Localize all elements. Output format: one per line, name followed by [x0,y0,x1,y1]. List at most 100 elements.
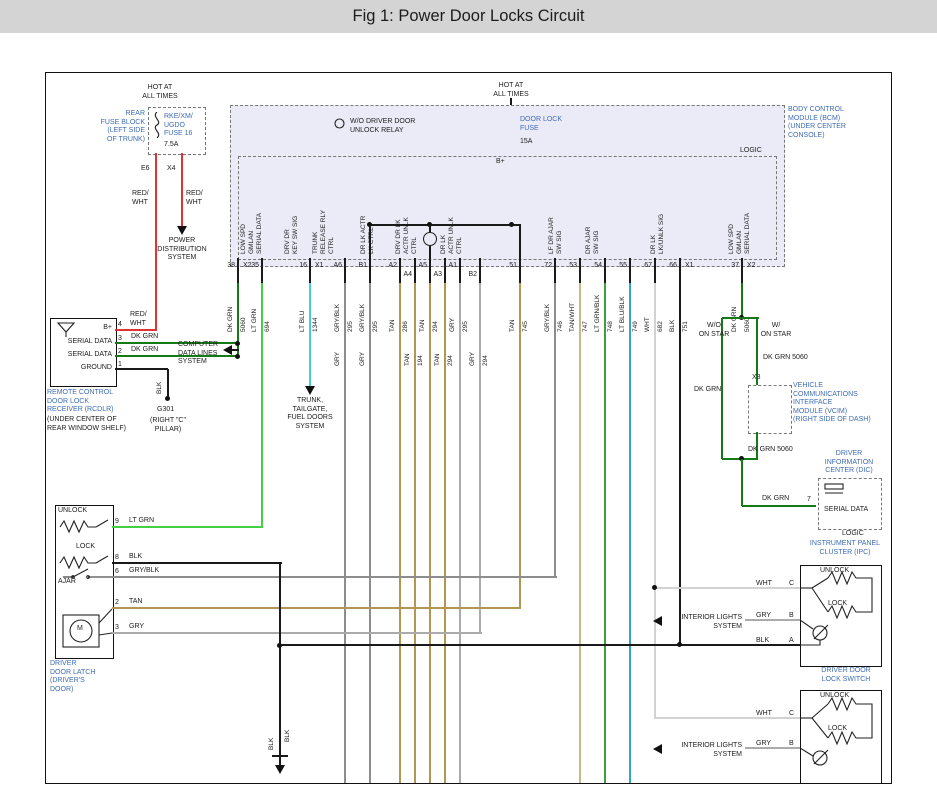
page-title: Fig 1: Power Door Locks Circuit [353,7,585,26]
wire-label-red-wht: RED/ WHT [186,190,203,207]
circuit-number-label: 5060 [744,318,752,332]
wire-gry-blk [369,283,371,783]
pin-number: 2 [115,599,119,608]
dic-name: DRIVER INFORMATION CENTER (DIC) [816,450,882,476]
serial-data-label: SERIAL DATA [824,506,868,515]
wire-lt-grn [261,283,263,528]
bcm-pin-stub [679,258,681,283]
fuse-name: RKE/XM/ UGDO FUSE 16 [164,113,193,139]
wire-color-label: BLK [669,320,677,332]
wire-gry [459,283,461,783]
connector-label: X1 [685,262,694,271]
wire-label: DK GRN [694,386,721,395]
wire-color-label: TAN [509,319,517,332]
pin-number: 35 [245,262,259,271]
bcm-pin-function: DRV DR LK ACTR UNLK CTRL [395,217,419,254]
pin-number: 51 [503,262,517,271]
bcm-pin-function: LOW SPD GMLAN SERIAL DATA [728,213,752,254]
wire-color-label: GRY/BLK [334,304,342,332]
wire-wht [654,283,656,719]
wire-color-label: GRY [334,352,342,366]
wire-label: DK GRN [762,495,789,504]
arrow-left-icon [653,744,662,754]
circuit-number-label: 746 [557,321,565,332]
bcm-pin-function: DR LK ACTR LK CTRL [360,216,376,254]
circuit-number-label: 751 [682,321,690,332]
pin-number: 55 [613,262,627,271]
arrow-down-icon [275,765,285,774]
wire-label: GRY/BLK [129,567,159,576]
pin-number: 16 [293,262,307,271]
latch-name: DRIVER DOOR LATCH (DRIVER'S DOOR) [50,660,95,694]
connector-label: X1 [315,262,324,271]
circuit-number-label: 1344 [312,318,320,332]
wire-label: DK GRN [131,346,158,355]
bcm-pin-function: DR LK LK/UNLK SIG [650,214,666,254]
bcm-pin-stub [369,258,371,283]
pin-number: 3 [115,624,119,633]
w-onstar-label: W/ ON STAR [756,322,796,339]
motor-label: M [77,625,83,634]
wire-blk [679,283,681,646]
rcdlr-location: (UNDER CENTER OF REAR WINDOW SHELF) [47,416,126,433]
wire-gry-blk [112,576,557,578]
circuit-number-label: 295 [462,321,470,332]
trunk-system-label: TRUNK, TAILGATE, FUEL DOORS SYSTEM [282,397,338,431]
wire-wht [656,717,800,719]
relay-option-icon [334,118,345,129]
pin-number: 66 [663,262,677,271]
pin-number: A3 [428,271,442,280]
bcm-pin-function: DR LK ACTR UNLK CTRL [440,217,464,254]
arrow-left-icon [653,616,662,626]
latch-ajar-label: AJAR [58,578,76,587]
pin-number: A1 [443,262,457,271]
wire-color-label: GRY/BLK [359,304,367,332]
wire-label-red-wht: RED/ WHT [132,190,149,207]
circuit-number-label: 295 [347,321,355,332]
pin-number: A6 [328,262,342,271]
bcm-pin-stub [554,258,556,283]
rcdlr-row: GROUND [54,364,112,373]
wire-tan [429,283,431,783]
vcim-box [748,385,792,434]
circuit-number-label: 745 [522,321,530,332]
pin-number: A5 [413,262,427,271]
wire-gry [479,283,481,634]
junction-dot [509,222,514,227]
switch-internals-icon [800,565,880,665]
bcm-pin-function: LF DR AJAR SW SIG [548,217,564,254]
circuit-number-label: 286 [402,321,410,332]
wire-blk [167,369,169,398]
bcm-pin-stub [519,258,521,283]
relay-label: W/O DRIVER DOOR UNLOCK RELAY [350,118,415,135]
switch-internals-icon [800,690,880,782]
bcm-pin-stub [309,258,311,283]
rcdlr-row: SERIAL DATA [54,351,112,360]
bcm-internal-wire [519,225,521,258]
wire-dk-grn [115,355,239,357]
wire-color-label: LT GRN/BLK [594,295,602,332]
connector-e6: E6 [141,165,150,174]
bcm-pin-stub [459,258,461,283]
wire-tan [519,283,521,609]
pin-number: 6 [115,568,119,577]
vcim-name: VEHICLE COMMUNICATIONS INTERFACE MODULE … [793,382,871,425]
wire-wht [656,587,800,589]
wire-dk-grn [115,342,239,344]
wire-gry [112,632,482,634]
arrow-down-icon [305,386,315,395]
arrow-down-icon [177,226,187,235]
wire-color-label: TAN [419,319,427,332]
wire-blk [115,368,168,370]
bcm-pin-stub [261,258,263,283]
circuit-number-label: 294 [482,355,490,366]
pin-number: A4 [398,271,412,280]
latch-unlock-label: UNLOCK [58,507,87,516]
bcm-pin-stub [654,258,656,283]
wire-lt-grn-blk [604,283,606,783]
hot-at-all-times-label: HOT AT ALL TIMES [484,82,538,99]
junction-dot [235,354,240,359]
bcm-pin-stub [479,258,481,283]
connector-tick [272,755,288,757]
ground-dot [165,396,170,401]
